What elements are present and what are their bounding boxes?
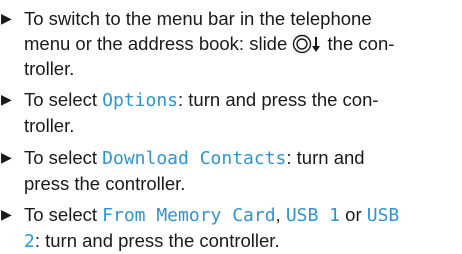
step-line: To switch to the menu bar in the telepho… [24,8,372,29]
menu-item-options: Options [102,90,179,111]
controller-slide-down-icon [293,34,321,54]
step-line: To select Download Contacts: turn and [24,145,462,171]
bullet-icon: ▶ [1,10,12,26]
step-line: press the controller. [24,173,186,194]
menu-item-usb-1: USB 1 [285,205,341,226]
menu-item-from-memory-card: From Memory Card [102,205,276,226]
menu-item-download-contacts: Download Contacts [102,148,287,169]
step-text: the con- [327,33,395,54]
bullet-icon: ▶ [1,206,12,222]
step-line: troller. [24,115,75,136]
step-select-download-contacts: ▶ To select Download Contacts: turn and … [0,145,462,196]
step-switch-menu-bar: ▶ To switch to the menu bar in the telep… [0,6,462,81]
step-text: menu or the address book: slide [24,33,288,54]
step-text: To select [24,147,98,168]
step-line: menu or the address book: slide the con- [24,31,462,56]
step-text: , [275,204,281,225]
bullet-icon: ▶ [1,91,12,107]
step-text: or [345,204,362,225]
step-line: To select From Memory Card, USB 1 or USB [24,202,462,228]
step-line: 2: turn and press the controller. [24,228,462,254]
step-select-options: ▶ To select Options: turn and press the … [0,87,462,138]
step-select-source: ▶ To select From Memory Card, USB 1 or U… [0,202,462,254]
step-line: To select Options: turn and press the co… [24,87,462,113]
step-text: To select [24,204,98,225]
step-text: : turn and press the con- [178,89,379,110]
menu-item-usb-2: USB [366,205,400,226]
bullet-icon: ▶ [1,149,12,165]
menu-item-usb-2-number: 2 [24,231,35,252]
step-text: : turn and press the controller. [34,230,280,251]
instruction-list: ▶ To switch to the menu bar in the telep… [0,0,462,252]
step-text: To select [24,89,98,110]
step-line: troller. [24,58,75,79]
step-text: : turn and [286,147,365,168]
